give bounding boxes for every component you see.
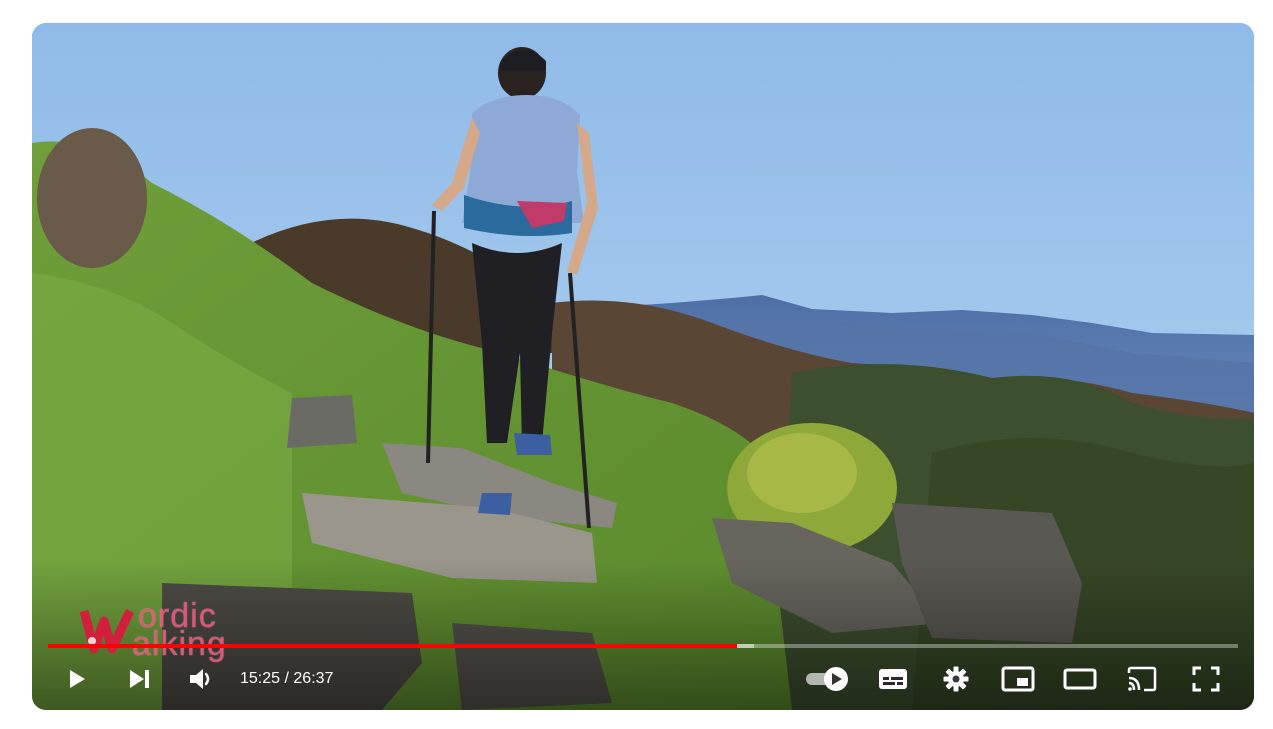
fullscreen-icon	[1192, 666, 1220, 692]
settings-gear-icon	[943, 666, 969, 692]
volume-icon	[190, 669, 210, 689]
cast-button[interactable]	[1122, 659, 1162, 699]
progress-played	[48, 644, 737, 648]
theater-mode-button[interactable]	[1060, 659, 1100, 699]
settings-button[interactable]	[938, 659, 974, 699]
duration: 26:37	[293, 670, 334, 687]
player-controls: 15:25 / 26:37	[32, 659, 1254, 699]
next-icon	[130, 670, 149, 688]
autoplay-toggle-icon	[806, 667, 848, 691]
play-button[interactable]	[60, 659, 92, 699]
next-video-button[interactable]	[124, 659, 156, 699]
autoplay-toggle[interactable]	[802, 659, 852, 699]
mute-button[interactable]	[184, 659, 218, 699]
subtitles-icon	[879, 669, 907, 689]
cast-icon	[1127, 666, 1157, 692]
time-separator: /	[280, 670, 294, 687]
current-time: 15:25	[240, 670, 281, 687]
miniplayer-button[interactable]	[998, 659, 1038, 699]
progress-bar[interactable]	[48, 644, 1238, 648]
fullscreen-button[interactable]	[1186, 659, 1226, 699]
video-player[interactable]: ordic alking 15:25 / 26:37	[32, 23, 1254, 710]
play-icon	[70, 670, 85, 688]
theater-mode-icon	[1063, 668, 1097, 690]
subtitles-button[interactable]	[874, 659, 912, 699]
miniplayer-icon	[1001, 666, 1035, 692]
time-display: 15:25 / 26:37	[240, 659, 333, 699]
